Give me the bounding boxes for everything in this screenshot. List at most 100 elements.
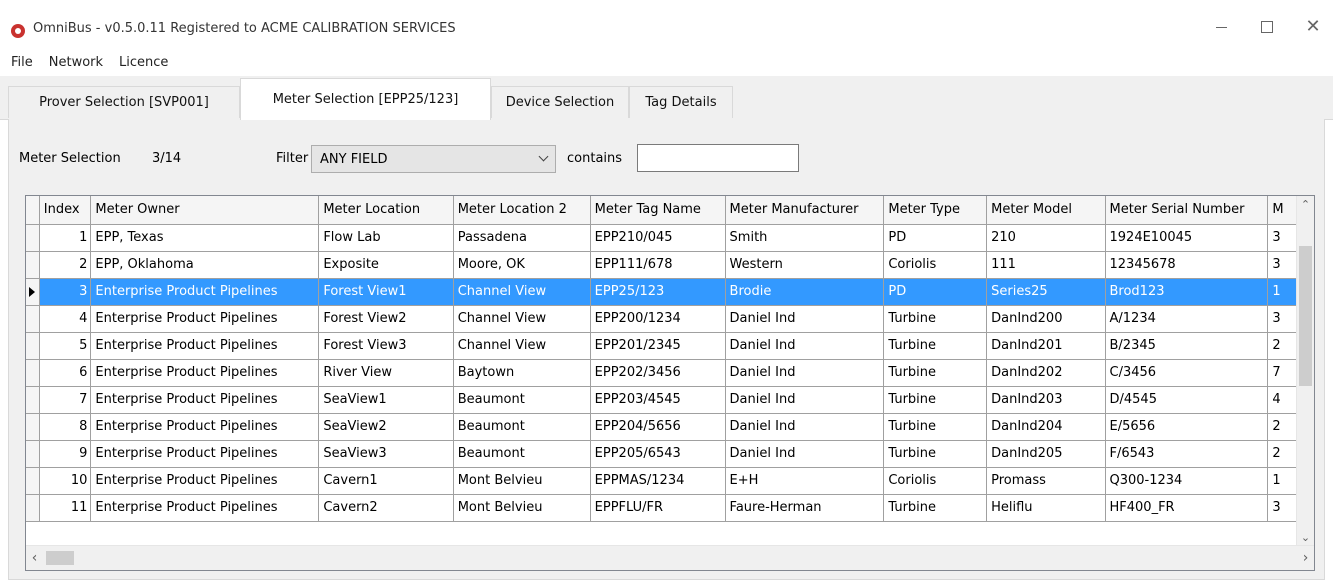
table-cell[interactable]: D/4545 — [1105, 386, 1269, 414]
table-cell[interactable]: Enterprise Product Pipelines — [90, 359, 320, 387]
table-cell[interactable]: EPP201/2345 — [590, 332, 726, 360]
table-cell[interactable]: 5 — [39, 332, 92, 360]
table-cell[interactable]: Turbine — [883, 359, 988, 387]
filter-field-select[interactable]: ANY FIELD — [311, 145, 556, 173]
table-row[interactable]: 2 EPP, Oklahoma Exposite Moore, OK EPP111/67… — [26, 251, 1298, 279]
table-cell[interactable]: Passadena — [453, 224, 591, 252]
table-cell[interactable]: Beaumont — [453, 440, 591, 468]
table-cell[interactable]: 1924E10045 — [1105, 224, 1269, 252]
table-cell[interactable]: Turbine — [883, 440, 988, 468]
menu-licence[interactable]: Licence — [110, 55, 175, 70]
table-cell[interactable]: Enterprise Product Pipelines — [90, 386, 320, 414]
table-cell[interactable]: 1 — [1267, 278, 1298, 306]
row-header[interactable] — [26, 467, 40, 495]
table-cell[interactable]: Enterprise Product Pipelines — [90, 440, 320, 468]
table-cell[interactable]: Channel View — [453, 332, 591, 360]
column-header[interactable]: Meter Serial Number — [1105, 196, 1269, 225]
table-cell[interactable]: EPPMAS/1234 — [590, 467, 726, 495]
row-header[interactable] — [26, 494, 40, 522]
table-cell[interactable]: Faure-Herman — [725, 494, 885, 522]
column-header[interactable]: M — [1267, 196, 1298, 225]
table-cell[interactable]: Baytown — [453, 359, 591, 387]
table-cell[interactable]: Daniel Ind — [725, 359, 885, 387]
scroll-down-icon[interactable]: ⌄ — [1297, 529, 1314, 546]
table-cell[interactable]: Channel View — [453, 305, 591, 333]
maximize-button[interactable] — [1244, 12, 1290, 42]
table-cell[interactable]: Daniel Ind — [725, 386, 885, 414]
table-cell[interactable]: F/6543 — [1105, 440, 1269, 468]
column-header[interactable]: Meter Model — [986, 196, 1106, 225]
table-cell[interactable]: Channel View — [453, 278, 591, 306]
table-row[interactable]: 1 EPP, Texas Flow Lab Passadena EPP210/045 Sm… — [26, 224, 1298, 252]
table-cell[interactable]: Enterprise Product Pipelines — [90, 305, 320, 333]
table-row[interactable]: 9 Enterprise Product Pipelines SeaView3 Bea… — [26, 440, 1298, 468]
table-cell[interactable]: Enterprise Product Pipelines — [90, 494, 320, 522]
table-cell[interactable]: EPP, Oklahoma — [90, 251, 320, 279]
menu-file[interactable]: File — [0, 55, 40, 70]
column-header[interactable]: Meter Location 2 — [453, 196, 591, 225]
table-cell[interactable]: DanInd205 — [986, 440, 1106, 468]
table-cell[interactable]: Exposite — [318, 251, 454, 279]
scroll-up-icon[interactable]: ⌃ — [1297, 196, 1314, 213]
table-row[interactable]: 8 Enterprise Product Pipelines SeaView2 Bea… — [26, 413, 1298, 441]
table-cell[interactable]: Daniel Ind — [725, 332, 885, 360]
table-cell[interactable]: Beaumont — [453, 386, 591, 414]
table-cell[interactable]: EPP210/045 — [590, 224, 726, 252]
tab-device-selection[interactable]: Device Selection — [491, 86, 629, 118]
vertical-scroll-thumb[interactable] — [1299, 246, 1312, 386]
table-cell[interactable]: HF400_FR — [1105, 494, 1269, 522]
table-cell[interactable]: 11 — [39, 494, 92, 522]
column-header[interactable]: Meter Tag Name — [590, 196, 726, 225]
table-cell[interactable]: Mont Belvieu — [453, 467, 591, 495]
horizontal-scrollbar[interactable]: ‹ › — [26, 545, 1314, 570]
table-cell[interactable]: DanInd204 — [986, 413, 1106, 441]
menu-network[interactable]: Network — [40, 55, 110, 70]
table-cell[interactable]: B/2345 — [1105, 332, 1269, 360]
table-cell[interactable]: Forest View1 — [318, 278, 454, 306]
table-cell[interactable]: Smith — [725, 224, 885, 252]
table-cell[interactable]: River View — [318, 359, 454, 387]
column-header[interactable]: Meter Manufacturer — [725, 196, 885, 225]
table-cell[interactable]: 1 — [39, 224, 92, 252]
table-cell[interactable]: Promass — [986, 467, 1106, 495]
table-cell[interactable]: E+H — [725, 467, 885, 495]
table-cell[interactable]: 2 — [39, 251, 92, 279]
row-header[interactable] — [26, 386, 40, 414]
table-cell[interactable]: 3 — [39, 278, 92, 306]
table-cell[interactable]: Coriolis — [883, 251, 988, 279]
row-header[interactable] — [26, 359, 40, 387]
table-cell[interactable]: 7 — [39, 386, 92, 414]
table-cell[interactable]: EPP111/678 — [590, 251, 726, 279]
table-cell[interactable]: Beaumont — [453, 413, 591, 441]
table-cell[interactable]: 1 — [1267, 467, 1298, 495]
tab-prover-selection[interactable]: Prover Selection [SVP001] — [8, 86, 240, 118]
column-header[interactable]: Meter Type — [883, 196, 988, 225]
table-cell[interactable]: Enterprise Product Pipelines — [90, 467, 320, 495]
table-cell[interactable]: 8 — [39, 413, 92, 441]
table-cell[interactable]: 3 — [1267, 305, 1298, 333]
table-cell[interactable]: Brod123 — [1105, 278, 1269, 306]
table-cell[interactable]: Enterprise Product Pipelines — [90, 278, 320, 306]
table-cell[interactable]: Mont Belvieu — [453, 494, 591, 522]
column-header[interactable]: Meter Location — [318, 196, 454, 225]
table-cell[interactable]: EPPFLU/FR — [590, 494, 726, 522]
table-cell[interactable]: 10 — [39, 467, 92, 495]
row-header[interactable] — [26, 305, 40, 333]
table-row[interactable]: 4 Enterprise Product Pipelines Forest View… — [26, 305, 1298, 333]
table-cell[interactable]: Turbine — [883, 305, 988, 333]
vertical-scrollbar[interactable]: ⌃ ⌄ — [1296, 196, 1314, 546]
table-cell[interactable]: SeaView1 — [318, 386, 454, 414]
table-cell[interactable]: 2 — [1267, 413, 1298, 441]
meter-grid[interactable]: Index Meter Owner Meter Location Meter Loca… — [25, 195, 1315, 571]
table-cell[interactable]: EPP25/123 — [590, 278, 726, 306]
table-cell[interactable]: Daniel Ind — [725, 413, 885, 441]
table-cell[interactable]: Q300-1234 — [1105, 467, 1269, 495]
close-button[interactable]: ✕ — [1290, 12, 1333, 42]
table-cell[interactable]: Moore, OK — [453, 251, 591, 279]
table-cell[interactable]: EPP202/3456 — [590, 359, 726, 387]
table-cell[interactable]: E/5656 — [1105, 413, 1269, 441]
table-row[interactable]: 5 Enterprise Product Pipelines Forest View… — [26, 332, 1298, 360]
table-cell[interactable]: PD — [883, 278, 988, 306]
table-cell[interactable]: 210 — [986, 224, 1106, 252]
row-header[interactable] — [26, 413, 40, 441]
